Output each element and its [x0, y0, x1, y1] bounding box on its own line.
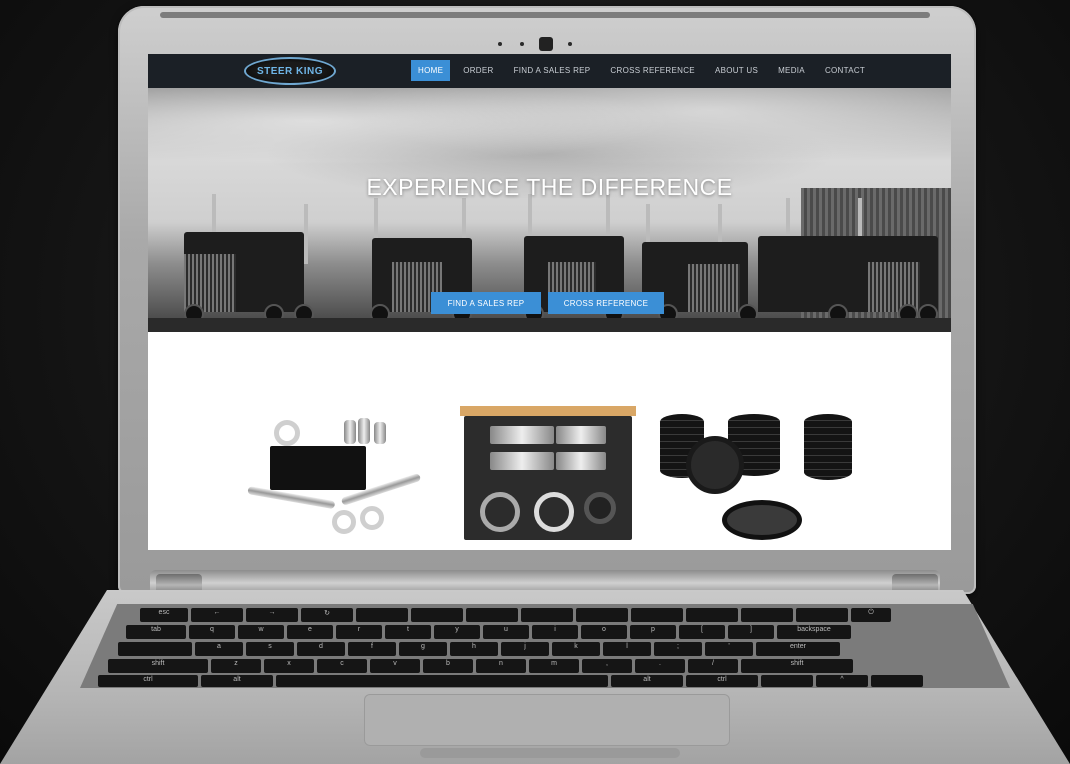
- key-a[interactable]: a: [195, 642, 243, 656]
- key-slash[interactable]: /: [688, 659, 738, 673]
- nav-cross-reference[interactable]: CROSS REFERENCE: [603, 60, 702, 81]
- key-fn[interactable]: [576, 608, 628, 622]
- key-row-home: a s d f g h j k l ; ' enter: [118, 642, 840, 656]
- key-k[interactable]: k: [552, 642, 600, 656]
- bushing-stack-image[interactable]: [660, 414, 856, 544]
- key-e[interactable]: e: [287, 625, 333, 639]
- king-pin-kit-image[interactable]: [240, 410, 422, 540]
- key-alt-right[interactable]: alt: [611, 675, 683, 687]
- key-v[interactable]: v: [370, 659, 420, 673]
- key-alt-left[interactable]: alt: [201, 675, 273, 687]
- sensor-dot: [568, 42, 572, 46]
- key-shift-right[interactable]: shift: [741, 659, 853, 673]
- boxed-kit-image[interactable]: [460, 406, 636, 542]
- key-j[interactable]: j: [501, 642, 549, 656]
- key-z[interactable]: z: [211, 659, 261, 673]
- key-o[interactable]: o: [581, 625, 627, 639]
- nav-media[interactable]: MEDIA: [771, 60, 812, 81]
- key-bracket-left[interactable]: [: [679, 625, 725, 639]
- site-navbar: STEER KING HOME ORDER FIND A SALES REP C…: [148, 54, 951, 88]
- key-y[interactable]: y: [434, 625, 480, 639]
- front-lip: [420, 748, 680, 758]
- key-fn[interactable]: [686, 608, 738, 622]
- key-fn[interactable]: [466, 608, 518, 622]
- truck-image: [748, 198, 948, 324]
- key-m[interactable]: m: [529, 659, 579, 673]
- laptop-screen: STEER KING HOME ORDER FIND A SALES REP C…: [148, 54, 951, 550]
- nav-contact[interactable]: CONTACT: [818, 60, 872, 81]
- key-shift-left[interactable]: shift: [108, 659, 208, 673]
- hero-find-sales-rep-button[interactable]: FIND A SALES REP: [431, 292, 541, 314]
- key-backspace[interactable]: backspace: [777, 625, 851, 639]
- key-fn[interactable]: [741, 608, 793, 622]
- key-ctrl-right[interactable]: ctrl: [686, 675, 758, 687]
- key-d[interactable]: d: [297, 642, 345, 656]
- key-s[interactable]: s: [246, 642, 294, 656]
- key-w[interactable]: w: [238, 625, 284, 639]
- key-c[interactable]: c: [317, 659, 367, 673]
- key-quote[interactable]: ': [705, 642, 753, 656]
- key-row-qwerty: tab q w e r t y u i o p [ ] backspace: [126, 625, 851, 639]
- key-r[interactable]: r: [336, 625, 382, 639]
- sensor-dot: [520, 42, 524, 46]
- truck-image: [154, 194, 324, 324]
- key-n[interactable]: n: [476, 659, 526, 673]
- webcam-icon: [539, 37, 553, 51]
- key-t[interactable]: t: [385, 625, 431, 639]
- key-l[interactable]: l: [603, 642, 651, 656]
- arrow-right-icon[interactable]: [871, 675, 923, 687]
- nav-about-us[interactable]: ABOUT US: [708, 60, 765, 81]
- arrow-up-icon[interactable]: ^: [816, 675, 868, 687]
- key-forward[interactable]: →: [246, 608, 298, 622]
- trackpad[interactable]: [364, 694, 730, 746]
- road: [148, 318, 951, 332]
- key-comma[interactable]: ,: [582, 659, 632, 673]
- key-row-function: esc ← → ↻ ⏻: [140, 608, 891, 622]
- key-q[interactable]: q: [189, 625, 235, 639]
- key-i[interactable]: i: [532, 625, 578, 639]
- key-ctrl-left[interactable]: ctrl: [98, 675, 198, 687]
- nav-home[interactable]: HOME: [411, 60, 451, 81]
- key-tab[interactable]: tab: [126, 625, 186, 639]
- sensor-dot: [498, 42, 502, 46]
- arrow-left-icon[interactable]: [761, 675, 813, 687]
- key-b[interactable]: b: [423, 659, 473, 673]
- key-back[interactable]: ←: [191, 608, 243, 622]
- key-esc[interactable]: esc: [140, 608, 188, 622]
- key-enter[interactable]: enter: [756, 642, 840, 656]
- key-row-shift: shift z x c v b n m , . / shift: [108, 659, 853, 673]
- power-icon[interactable]: ⏻: [851, 608, 891, 622]
- key-g[interactable]: g: [399, 642, 447, 656]
- hero-cross-reference-button[interactable]: CROSS REFERENCE: [548, 292, 664, 314]
- key-bracket-right[interactable]: ]: [728, 625, 774, 639]
- key-fn[interactable]: [411, 608, 463, 622]
- nav-order[interactable]: ORDER: [456, 60, 500, 81]
- search-key[interactable]: [118, 642, 192, 656]
- key-row-bottom: ctrl alt alt ctrl ^: [98, 675, 923, 687]
- key-fn[interactable]: [356, 608, 408, 622]
- nav-find-sales-rep[interactable]: FIND A SALES REP: [507, 60, 598, 81]
- hero-headline: EXPERIENCE THE DIFFERENCE: [366, 174, 733, 200]
- key-semicolon[interactable]: ;: [654, 642, 702, 656]
- logo-text: STEER KING: [256, 65, 324, 77]
- key-x[interactable]: x: [264, 659, 314, 673]
- key-f[interactable]: f: [348, 642, 396, 656]
- steer-king-logo[interactable]: STEER KING: [244, 57, 336, 85]
- key-fn[interactable]: [796, 608, 848, 622]
- key-space[interactable]: [276, 675, 608, 687]
- hero-banner: EXPERIENCE THE DIFFERENCE FIND A SALES R…: [148, 88, 951, 332]
- key-h[interactable]: h: [450, 642, 498, 656]
- main-menu: HOME ORDER FIND A SALES REP CROSS REFERE…: [411, 60, 878, 81]
- key-period[interactable]: .: [635, 659, 685, 673]
- key-fn[interactable]: [631, 608, 683, 622]
- key-fn[interactable]: [521, 608, 573, 622]
- key-u[interactable]: u: [483, 625, 529, 639]
- key-p[interactable]: p: [630, 625, 676, 639]
- key-refresh[interactable]: ↻: [301, 608, 353, 622]
- lid-top-edge: [160, 12, 930, 18]
- keyboard: esc ← → ↻ ⏻ tab q w e r t y u i o p [ ] …: [80, 604, 1010, 688]
